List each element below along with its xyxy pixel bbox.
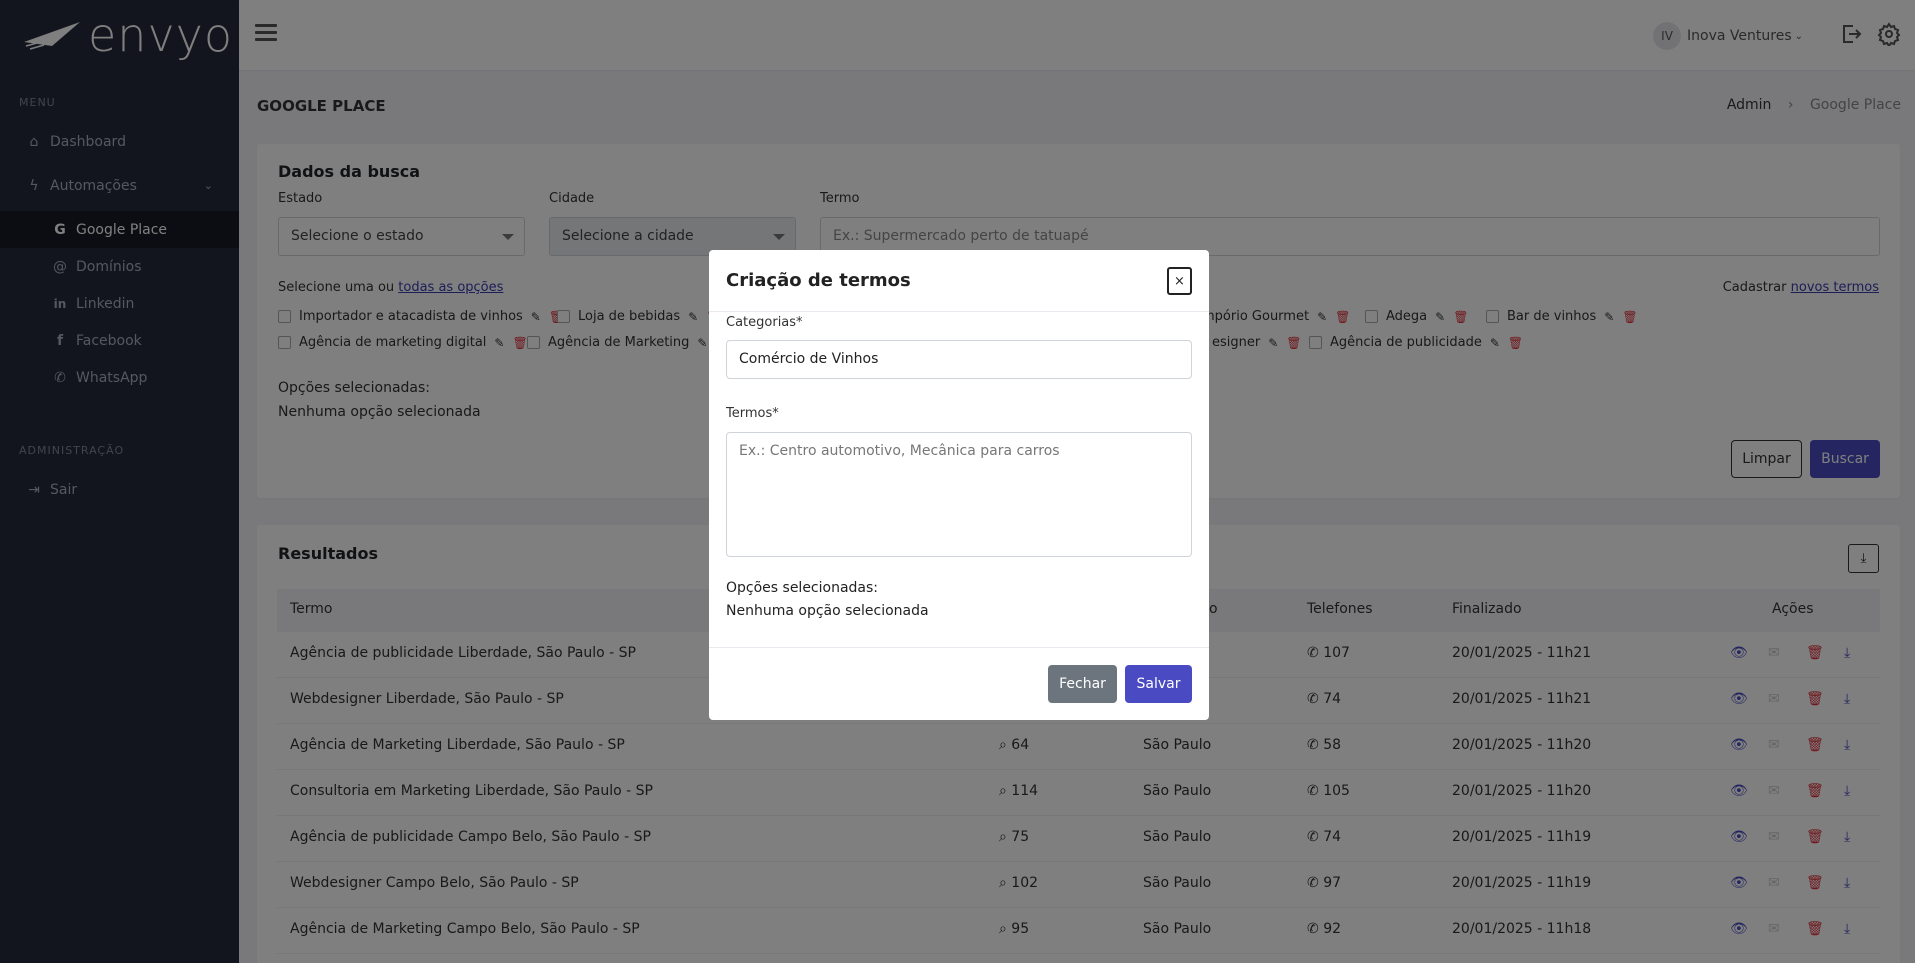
categorias-input[interactable]: Comércio de Vinhos — [726, 340, 1192, 379]
modal-divider — [709, 311, 1209, 312]
create-terms-modal: Criação de termos × Categorias* Comércio… — [709, 250, 1209, 720]
salvar-button[interactable]: Salvar — [1125, 665, 1192, 703]
fechar-button[interactable]: Fechar — [1048, 665, 1117, 703]
categorias-label: Categorias* — [726, 315, 803, 330]
close-icon[interactable]: × — [1167, 267, 1192, 295]
termos-label: Termos* — [726, 406, 779, 421]
modal-title: Criação de termos — [726, 270, 911, 291]
termos-textarea[interactable]: Ex.: Centro automotivo, Mecânica para ca… — [726, 432, 1192, 557]
modal-selected-value: Nenhuma opção selecionada — [726, 603, 929, 619]
modal-footer-divider — [709, 647, 1209, 648]
modal-selected-title: Opções selecionadas: — [726, 580, 879, 596]
